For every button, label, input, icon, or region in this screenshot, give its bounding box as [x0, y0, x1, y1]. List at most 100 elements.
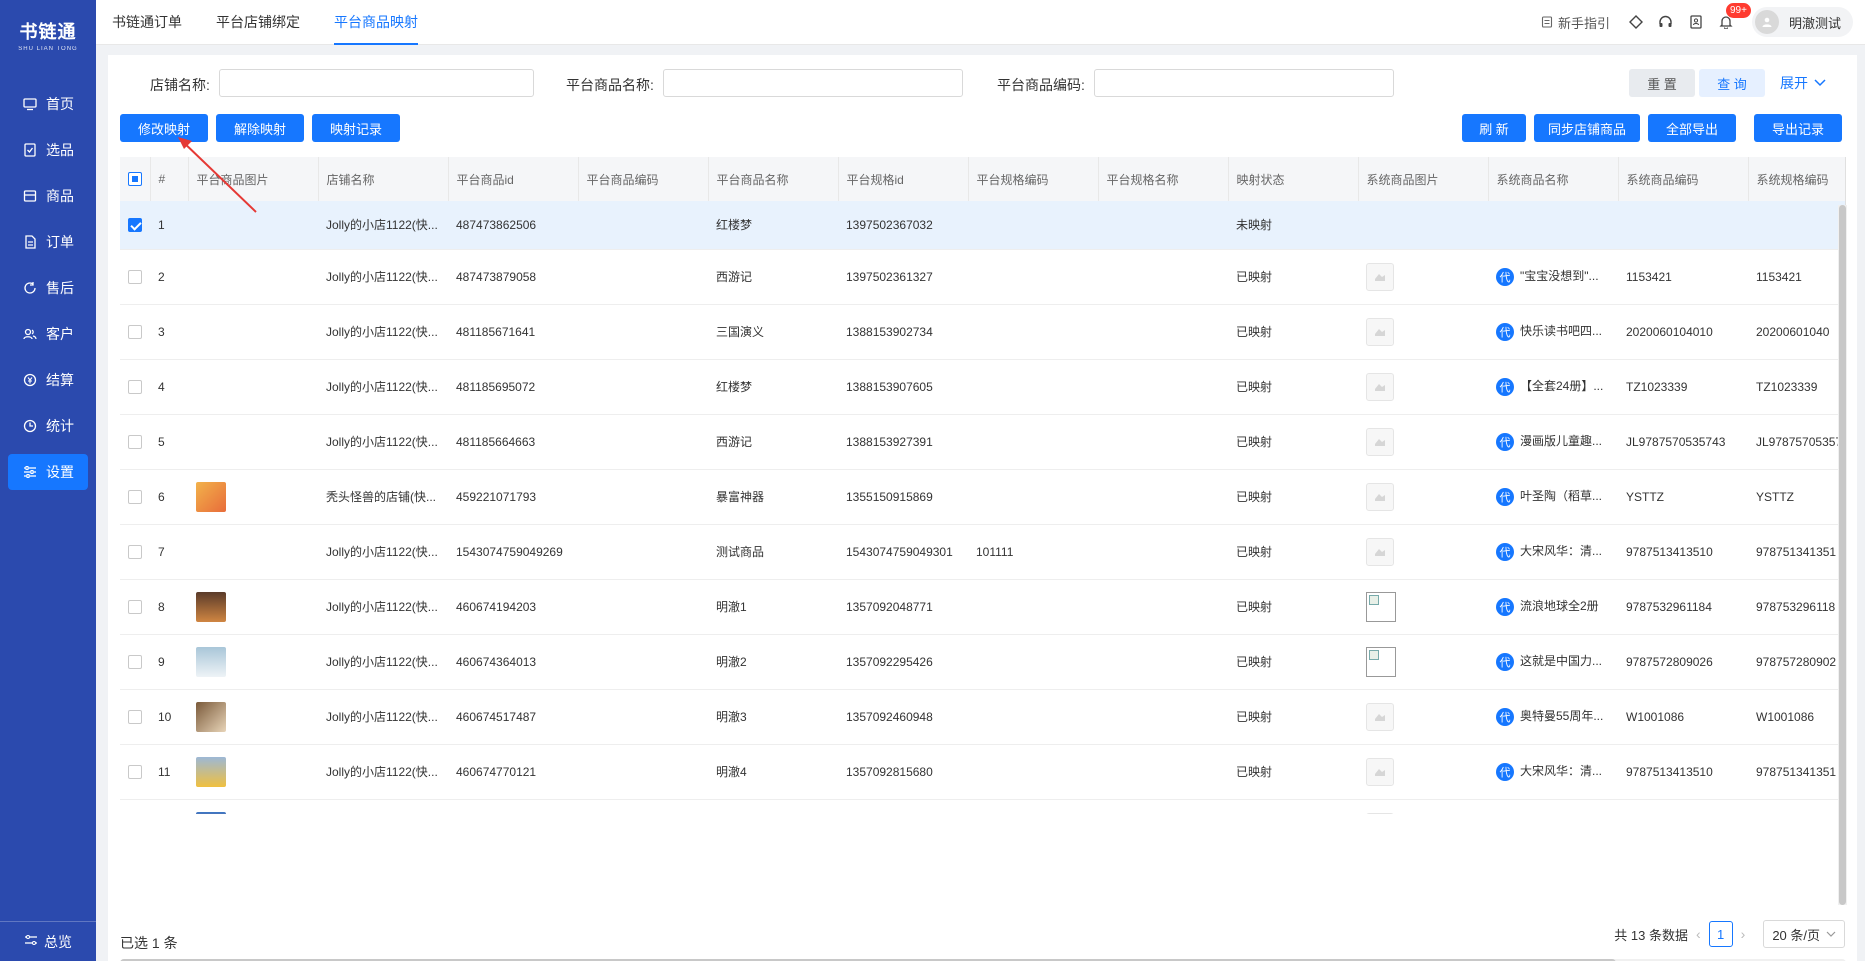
image-placeholder-icon[interactable]	[1366, 757, 1394, 786]
sidebar-item-settlement[interactable]: 结算	[8, 362, 88, 398]
row-checkbox[interactable]	[128, 434, 142, 449]
row-checkbox-cell[interactable]	[120, 744, 150, 800]
table-row[interactable]: 6 秃头怪兽的店铺(快... 459221071793 暴富神器 13551509158…	[120, 469, 1845, 525]
row-checkbox[interactable]	[128, 324, 142, 339]
vertical-scrollbar[interactable]	[1838, 205, 1847, 905]
table-row[interactable]: 3 Jolly的小店1122(快... 481185671641 三国演义 138815…	[120, 304, 1845, 360]
headset-icon[interactable]	[1654, 10, 1678, 34]
cell-sku-name	[1098, 524, 1228, 580]
remove-mapping-button[interactable]: 解除映射	[216, 114, 304, 142]
sidebar-item-home[interactable]: 首页	[8, 86, 88, 122]
row-checkbox-cell[interactable]	[120, 414, 150, 470]
product-thumbnail[interactable]	[196, 811, 226, 814]
scrollbar-thumb[interactable]	[1839, 205, 1846, 905]
table-row[interactable]: 2 Jolly的小店1122(快... 487473879058 西游记 1397502…	[120, 249, 1845, 305]
row-checkbox[interactable]	[128, 599, 142, 614]
sidebar-item-orders[interactable]: 订单	[8, 224, 88, 260]
row-checkbox-cell[interactable]	[120, 799, 150, 814]
contact-card-icon[interactable]	[1684, 10, 1708, 34]
image-placeholder-icon[interactable]	[1366, 317, 1394, 346]
sidebar-item-settings[interactable]: 设置	[8, 454, 88, 490]
cell-status: 已映射	[1228, 469, 1358, 525]
sidebar-item-customers[interactable]: 客户	[8, 316, 88, 352]
row-checkbox-cell[interactable]	[120, 201, 150, 250]
next-page-icon[interactable]: ›	[1741, 926, 1746, 942]
table-row[interactable]: 5 Jolly的小店1122(快... 481185664663 西游记 1388153…	[120, 414, 1845, 470]
select-all-checkbox[interactable]	[128, 172, 142, 187]
row-checkbox-cell[interactable]	[120, 359, 150, 415]
page-number-current[interactable]: 1	[1708, 921, 1733, 947]
row-checkbox[interactable]	[128, 709, 142, 724]
tab-product-mapping[interactable]: 平台商品映射	[334, 0, 418, 45]
table-row[interactable]: 8 Jolly的小店1122(快... 460674194203 明澈1 1357092…	[120, 579, 1845, 635]
prev-page-icon[interactable]: ‹	[1696, 926, 1701, 942]
notification-bell[interactable]: 99+	[1714, 3, 1751, 34]
row-checkbox-cell[interactable]	[120, 524, 150, 580]
product-thumbnail[interactable]	[196, 756, 226, 787]
image-placeholder-icon[interactable]	[1366, 262, 1394, 291]
row-checkbox[interactable]	[128, 654, 142, 669]
image-placeholder-icon[interactable]	[1366, 482, 1394, 511]
product-name-input[interactable]	[663, 69, 963, 97]
table-row[interactable]: 1 Jolly的小店1122(快... 487473862506 红楼梦 1397502…	[120, 201, 1845, 250]
row-checkbox-cell[interactable]	[120, 689, 150, 745]
page-size-select[interactable]: 20 条/页	[1763, 920, 1845, 948]
broken-image-icon[interactable]	[1366, 591, 1396, 622]
refresh-button[interactable]: 刷 新	[1462, 114, 1526, 142]
sidebar-item-selection[interactable]: 选品	[8, 132, 88, 168]
image-placeholder-icon[interactable]	[1366, 537, 1394, 566]
cell-sys-code: 9787532961184	[1618, 579, 1748, 635]
sidebar-overview[interactable]: 总览	[0, 921, 96, 961]
image-placeholder-icon[interactable]	[1366, 702, 1394, 731]
table-row[interactable]: 12 Jolly的小店1122(快...460675031181 明澈5135709…	[120, 799, 1845, 814]
app-logo[interactable]: 书链通 SHU LIAN TONG	[0, 18, 96, 52]
tab-shop-binding[interactable]: 平台店铺绑定	[216, 0, 300, 45]
product-thumbnail[interactable]	[196, 481, 226, 512]
image-placeholder-icon[interactable]	[1366, 427, 1394, 456]
product-thumbnail[interactable]	[196, 591, 226, 622]
expand-toggle[interactable]: 展开	[1780, 69, 1826, 97]
product-code-input[interactable]	[1094, 69, 1394, 97]
sidebar-item-statistics[interactable]: 统计	[8, 408, 88, 444]
user-menu[interactable]: 明澈测试	[1751, 7, 1853, 37]
reset-button[interactable]: 重 置	[1629, 69, 1695, 97]
guide-link[interactable]: 新手指引	[1541, 13, 1610, 32]
cell-pcode	[578, 689, 708, 745]
cell-pcode	[578, 359, 708, 415]
mapping-log-button[interactable]: 映射记录	[312, 114, 400, 142]
row-checkbox[interactable]	[128, 218, 142, 233]
table-row[interactable]: 7 Jolly的小店1122(快... 1543074759049269 测试商品 15…	[120, 524, 1845, 580]
cell-sku-name	[1098, 579, 1228, 635]
row-checkbox-cell[interactable]	[120, 249, 150, 305]
row-checkbox[interactable]	[128, 379, 142, 394]
export-log-button[interactable]: 导出记录	[1754, 114, 1842, 142]
sidebar-item-products[interactable]: 商品	[8, 178, 88, 214]
export-all-button[interactable]: 全部导出	[1648, 114, 1736, 142]
select-all-cell[interactable]	[120, 157, 151, 201]
product-thumbnail[interactable]	[196, 701, 226, 732]
image-placeholder-icon[interactable]	[1366, 812, 1394, 814]
edit-mapping-button[interactable]: 修改映射	[120, 114, 208, 142]
table-row[interactable]: 11 Jolly的小店1122(快... 460674770121 明澈4 135709…	[120, 744, 1845, 800]
row-checkbox-cell[interactable]	[120, 304, 150, 360]
cell-sku-id: 1355150915869	[838, 469, 968, 525]
row-checkbox[interactable]	[128, 269, 142, 284]
table-row[interactable]: 9 Jolly的小店1122(快... 460674364013 明澈2 1357092…	[120, 634, 1845, 690]
image-placeholder-icon[interactable]	[1366, 372, 1394, 401]
diamond-icon[interactable]	[1624, 10, 1648, 34]
product-thumbnail[interactable]	[196, 646, 226, 677]
row-checkbox-cell[interactable]	[120, 469, 150, 525]
row-checkbox-cell[interactable]	[120, 634, 150, 690]
row-checkbox[interactable]	[128, 764, 142, 779]
shop-name-input[interactable]	[219, 69, 534, 97]
search-button[interactable]: 查 询	[1699, 69, 1765, 97]
sync-products-button[interactable]: 同步店铺商品	[1534, 114, 1640, 142]
sidebar-item-aftersales[interactable]: 售后	[8, 270, 88, 306]
row-checkbox[interactable]	[128, 489, 142, 504]
row-checkbox[interactable]	[128, 544, 142, 559]
row-checkbox-cell[interactable]	[120, 579, 150, 635]
tab-orders[interactable]: 书链通订单	[112, 0, 182, 45]
table-row[interactable]: 10 Jolly的小店1122(快... 460674517487 明澈3 135709…	[120, 689, 1845, 745]
table-row[interactable]: 4 Jolly的小店1122(快... 481185695072 红楼梦 1388153…	[120, 359, 1845, 415]
broken-image-icon[interactable]	[1366, 646, 1396, 677]
